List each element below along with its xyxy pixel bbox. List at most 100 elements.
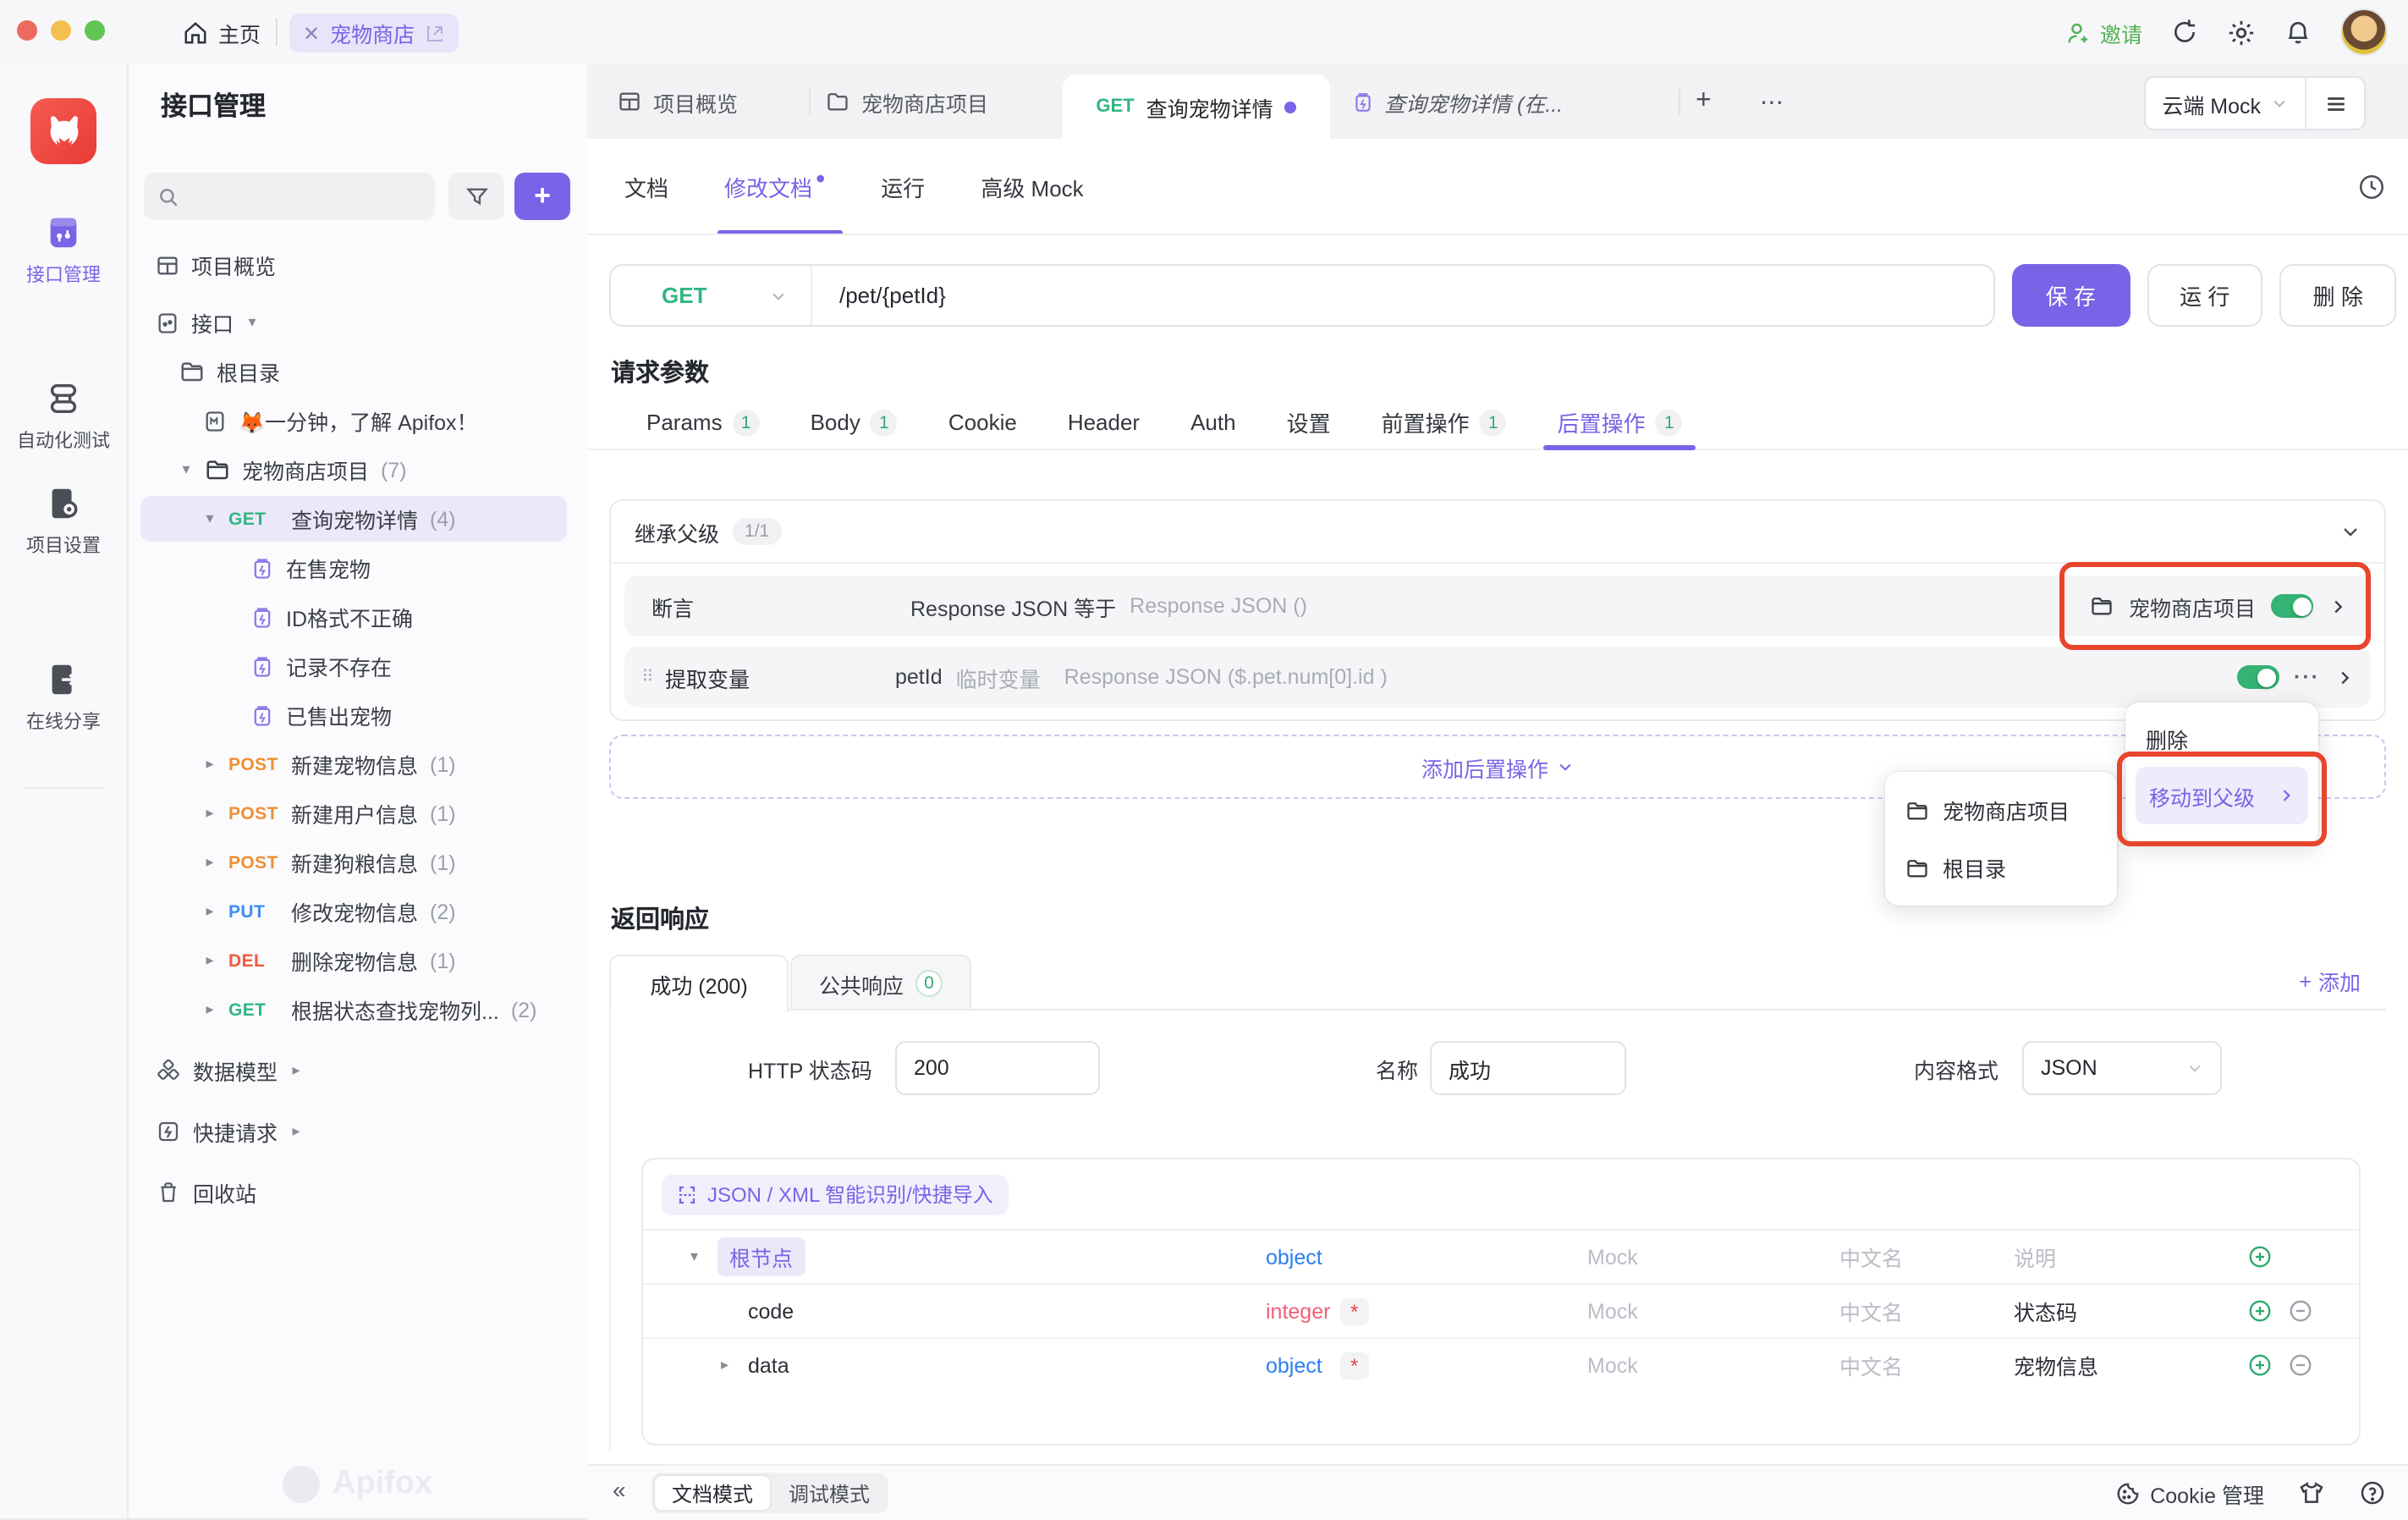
schema-row-code[interactable]: code integer * Mock 中文名 状态码 — [643, 1285, 2359, 1339]
tab-settings[interactable]: 设置 — [1287, 396, 1331, 449]
tree-case-sold[interactable]: 已售出宠物 — [129, 691, 587, 740]
row-more-button[interactable]: ··· — [2294, 665, 2320, 689]
run-button[interactable]: 运 行 — [2147, 264, 2262, 327]
tab-project-overview[interactable]: 项目概览 — [618, 64, 738, 139]
tree-api-get-find-by-status[interactable]: ▸ GET 根据状态查找宠物列... (2) — [129, 985, 587, 1034]
method-select[interactable]: GET — [611, 266, 812, 325]
collapse-chevron-icon[interactable] — [2340, 521, 2361, 542]
add-field-icon[interactable] — [2247, 1244, 2273, 1269]
description-placeholder[interactable]: 说明 — [2014, 1241, 2056, 1273]
caret-right-icon[interactable]: ▸ — [203, 853, 217, 872]
subtab-doc[interactable]: 文档 — [624, 139, 668, 235]
mock-placeholder[interactable]: Mock — [1587, 1299, 1638, 1323]
tab-params[interactable]: Params1 — [646, 396, 760, 449]
tab-petstore-project[interactable]: 宠物商店项目 — [826, 64, 988, 139]
tree-api-post-new-dogfood[interactable]: ▸ POST 新建狗粮信息 (1) — [129, 838, 587, 887]
tree-api-put-update-pet[interactable]: ▸ PUT 修改宠物信息 (2) — [129, 887, 587, 936]
subtab-edit-doc[interactable]: 修改文档• — [724, 139, 825, 235]
maximize-window-button[interactable] — [85, 20, 105, 41]
rail-item-api-management[interactable]: 接口管理 — [0, 213, 127, 288]
collapse-sidebar-button[interactable]: « — [613, 1476, 626, 1503]
assertion-row[interactable]: 断言 Response JSON 等于 Response JSON () 宠物商… — [624, 576, 2371, 636]
caret-right-icon[interactable]: ▸ — [203, 902, 217, 921]
caret-down-icon[interactable]: ▾ — [245, 313, 259, 332]
mock-placeholder[interactable]: Mock — [1587, 1353, 1638, 1377]
search-input[interactable] — [190, 183, 399, 210]
doc-mode-button[interactable]: 文档模式 — [653, 1474, 772, 1512]
tree-api-post-new-user[interactable]: ▸ POST 新建用户信息 (1) — [129, 789, 587, 838]
tab-draft-pet-detail[interactable]: 查询宠物详情 (在... — [1352, 64, 1563, 139]
tab-pre-processors[interactable]: 前置操作1 — [1382, 396, 1507, 449]
add-field-icon[interactable] — [2247, 1298, 2273, 1324]
url-input[interactable]: /pet/{petId} — [812, 283, 946, 308]
caret-right-icon[interactable]: ▸ — [203, 755, 217, 774]
close-window-button[interactable] — [17, 20, 37, 41]
tree-doc-intro[interactable]: 🦊一分钟，了解 Apifox！ — [129, 396, 587, 445]
chevron-right-icon[interactable] — [2328, 597, 2347, 615]
apifox-logo[interactable] — [30, 98, 96, 164]
settings-gear-icon[interactable] — [2227, 18, 2256, 47]
tab-get-pet-detail-active[interactable]: GET 查询宠物详情 — [1063, 74, 1330, 139]
menu-hamburger-button[interactable] — [2306, 92, 2364, 114]
description-value[interactable]: 状态码 — [2014, 1295, 2077, 1327]
field-type[interactable]: integer — [1266, 1299, 1330, 1323]
field-type[interactable]: object — [1266, 1245, 1322, 1269]
caret-right-icon[interactable]: ▸ — [289, 1122, 303, 1141]
caret-right-icon[interactable]: ▸ — [203, 1000, 217, 1019]
submenu-item-root-dir[interactable]: 根目录 — [1885, 842, 2117, 893]
sidebar-section-apis[interactable]: 接口 ▾ — [129, 298, 587, 347]
help-icon[interactable] — [2359, 1479, 2386, 1506]
tab-auth[interactable]: Auth — [1190, 396, 1236, 449]
open-external-icon[interactable] — [425, 23, 445, 43]
notifications-bell-icon[interactable] — [2284, 19, 2312, 46]
tree-api-post-new-pet[interactable]: ▸ POST 新建宠物信息 (1) — [129, 740, 587, 789]
menu-item-move-to-parent[interactable]: 移动到父级 — [2136, 767, 2308, 824]
http-status-input[interactable]: 200 — [895, 1041, 1100, 1095]
caret-down-icon[interactable]: ▾ — [690, 1247, 698, 1266]
tree-folder-petstore[interactable]: ▾ 宠物商店项目 (7) — [129, 445, 587, 494]
sidebar-item-project-overview[interactable]: 项目概览 — [129, 240, 587, 289]
filter-button[interactable] — [448, 173, 504, 220]
home-tab[interactable]: 主页 — [183, 0, 261, 64]
extract-enabled-toggle[interactable] — [2236, 665, 2279, 689]
subtab-run[interactable]: 运行 — [881, 139, 925, 235]
cloud-mock-dropdown[interactable]: 云端 Mock — [2145, 78, 2306, 129]
extract-variable-row[interactable]: ⠿ 提取变量 petId 临时变量 Response JSON ($.pet.n… — [624, 647, 2371, 708]
search-box[interactable] — [144, 173, 435, 220]
tree-api-del-delete-pet[interactable]: ▸ DEL 删除宠物信息 (1) — [129, 936, 587, 985]
assertion-enabled-toggle[interactable] — [2271, 594, 2313, 618]
caret-down-icon[interactable]: ▾ — [203, 509, 217, 528]
save-button[interactable]: 保 存 — [2012, 264, 2130, 327]
remove-field-icon[interactable] — [2288, 1298, 2313, 1324]
add-field-icon[interactable] — [2247, 1352, 2273, 1378]
remove-field-icon[interactable] — [2288, 1352, 2313, 1378]
field-type[interactable]: object — [1266, 1353, 1322, 1377]
sidebar-section-quick-request[interactable]: 快捷请求 ▸ — [129, 1107, 587, 1156]
add-api-button[interactable]: + — [514, 173, 570, 220]
smart-import-button[interactable]: JSON / XML 智能识别/快捷导入 — [662, 1174, 1009, 1214]
schema-row-data[interactable]: ▸ data object * Mock 中文名 宠物信息 — [643, 1339, 2359, 1391]
caret-down-icon[interactable]: ▾ — [179, 460, 193, 479]
cookie-manager-button[interactable]: Cookie 管理 — [2114, 1477, 2264, 1509]
mock-placeholder[interactable]: Mock — [1587, 1245, 1638, 1269]
tree-api-get-pet-detail[interactable]: ▾ GET 查询宠物详情 (4) — [129, 494, 587, 543]
tab-header[interactable]: Header — [1068, 396, 1140, 449]
sync-icon[interactable] — [2171, 19, 2198, 46]
cn-name-placeholder[interactable]: 中文名 — [1839, 1349, 1903, 1381]
tshirt-theme-icon[interactable] — [2298, 1479, 2325, 1506]
cn-name-placeholder[interactable]: 中文名 — [1839, 1241, 1903, 1273]
minimize-window-button[interactable] — [51, 20, 71, 41]
response-tab-common[interactable]: 公共响应 0 — [790, 955, 971, 1011]
sidebar-section-data-models[interactable]: 数据模型 ▸ — [129, 1046, 587, 1095]
caret-right-icon[interactable]: ▸ — [289, 1061, 303, 1080]
rail-item-automated-testing[interactable]: 自动化测试 — [0, 379, 127, 454]
caret-right-icon[interactable]: ▸ — [203, 951, 217, 970]
menu-item-delete[interactable]: 删除 — [2125, 713, 2318, 763]
inherit-parent-header[interactable]: 继承父级 1/1 — [611, 501, 2384, 564]
tab-cookie[interactable]: Cookie — [948, 396, 1017, 449]
schema-row-root[interactable]: ▾ 根节点 object Mock 中文名 说明 — [643, 1231, 2359, 1285]
invite-button[interactable]: 邀请 — [2066, 16, 2142, 48]
rail-item-online-share[interactable]: 在线分享 — [0, 660, 127, 735]
tab-more-button[interactable]: ⋯ — [1760, 64, 1785, 139]
history-clock-icon[interactable] — [2357, 173, 2386, 201]
